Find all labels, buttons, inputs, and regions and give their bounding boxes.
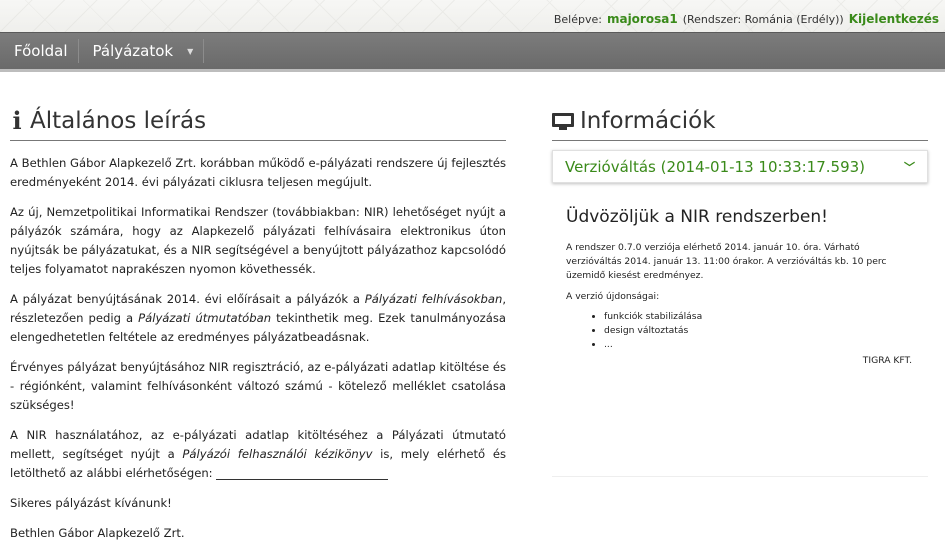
- accordion-panel: Üdvözöljük a NIR rendszerben! A rendszer…: [552, 207, 928, 477]
- caret-down-icon: ▼: [187, 46, 194, 56]
- news-label: A verzió újdonságai:: [566, 291, 660, 302]
- list-item: design változtatás: [604, 324, 914, 338]
- top-bar: Belépve: majorosa1 (Rendszer: Románia (E…: [0, 0, 945, 32]
- login-info: Belépve: majorosa1 (Rendszer: Románia (E…: [554, 12, 939, 26]
- paragraph-rules: A pályázat benyújtásának 2014. évi előír…: [10, 290, 506, 347]
- welcome-heading: Üdvözöljük a NIR rendszerben!: [566, 207, 828, 227]
- nav-home-label: Főoldal: [14, 42, 68, 60]
- accordion-title: Verzióváltás (2014-01-13 10:33:17.593): [565, 157, 866, 176]
- version-change-accordion[interactable]: Verzióváltás (2014-01-13 10:33:17.593) ﹀: [552, 150, 928, 183]
- general-description-section: i Általános leírás A Bethlen Gábor Alapk…: [10, 105, 506, 554]
- info-icon: i: [12, 106, 22, 135]
- guide-link-text: Pályázati útmutatóban: [138, 311, 272, 325]
- main-navbar: Főoldal Pályázatok ▼: [0, 32, 945, 72]
- nav-divider: [203, 39, 205, 63]
- manual-link-blank[interactable]: [216, 468, 389, 480]
- paragraph-nir: Az új, Nemzetpolitikai Informatikai Rend…: [10, 205, 506, 276]
- description-body: A Bethlen Gábor Alapkezelő Zrt. korábban…: [10, 154, 506, 543]
- text-span: A pályázat benyújtásának 2014. évi előír…: [10, 292, 365, 306]
- section-title-general: i Általános leírás: [10, 105, 506, 141]
- nav-applications-dropdown[interactable]: Pályázatok ▼: [79, 33, 204, 69]
- paragraph-signature: Bethlen Gábor Alapkezelő Zrt.: [10, 526, 185, 540]
- company-signature: TIGRA KFT.: [862, 355, 912, 366]
- logout-link[interactable]: Kijelentkezés: [849, 12, 939, 26]
- news-list: funkciók stabilizálása design változtatá…: [604, 310, 914, 352]
- calls-link-text: Pályázati felhívásokban: [364, 292, 503, 306]
- paragraph-intro: A Bethlen Gábor Alapkezelő Zrt. korábban…: [10, 156, 506, 189]
- section-title-info: Információk: [552, 105, 928, 141]
- list-item: funkciók stabilizálása: [604, 310, 914, 324]
- nav-applications-label: Pályázatok: [92, 42, 174, 60]
- paragraph-manual: A NIR használatához, az e-pályázati adat…: [10, 426, 506, 483]
- nav-home[interactable]: Főoldal: [0, 33, 78, 69]
- username[interactable]: majorosa1: [607, 12, 678, 26]
- system-label: (Rendszer: Románia (Erdély)): [682, 13, 844, 26]
- version-text: A rendszer 0.7.0 verziója elérhető 2014.…: [566, 242, 887, 281]
- information-section: Információk Verzióváltás (2014-01-13 10:…: [552, 105, 928, 477]
- paragraph-requirements: Érvényes pályázat benyújtásához NIR regi…: [10, 360, 506, 412]
- chevron-down-icon[interactable]: ﹀: [904, 159, 915, 175]
- general-title-text: Általános leírás: [30, 107, 207, 134]
- info-title-text: Információk: [580, 107, 716, 134]
- paragraph-wish: Sikeres pályázást kívánunk!: [10, 496, 172, 510]
- list-item: ...: [604, 338, 914, 352]
- monitor-icon: [552, 111, 574, 131]
- manual-link-text: Pályázói felhasználói kézikönyv: [182, 447, 373, 461]
- login-label: Belépve:: [553, 13, 602, 26]
